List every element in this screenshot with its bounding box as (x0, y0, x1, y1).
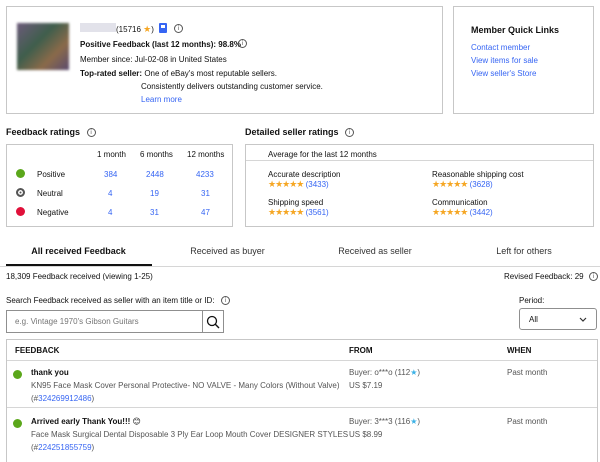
info-icon[interactable]: i (588, 272, 598, 282)
neutral-icon (16, 188, 25, 197)
col-header: 1 month (97, 150, 126, 159)
item-title: KN95 Face Mask Cover Personal Protective… (31, 381, 340, 390)
stars-icon: ★★★★★ (432, 207, 468, 217)
buyer-info: Buyer: 3***3 (116★) (349, 417, 421, 426)
col-header: 12 months (187, 150, 225, 159)
search-input[interactable] (6, 310, 203, 333)
count-link[interactable]: 31 (201, 189, 210, 198)
col-header-from: FROM (349, 346, 373, 355)
count-link[interactable]: 4 (108, 189, 112, 198)
view-items-link[interactable]: View items for sale (471, 56, 538, 65)
feedback-comment: thank you (31, 368, 69, 377)
feedback-comment: Arrived early Thank You!!! 😊 (31, 417, 141, 426)
negative-icon (16, 207, 25, 216)
item-id: (#324269912486) (31, 394, 95, 403)
feedback-ratings-title: Feedback ratings i (6, 127, 96, 138)
positive-feedback: Positive Feedback (last 12 months): 98.8… (80, 40, 241, 49)
info-icon[interactable]: i (86, 128, 96, 138)
when: Past month (507, 417, 548, 426)
stars-icon: ★★★★★ (268, 207, 304, 217)
positive-icon (13, 419, 22, 428)
member-since: Member since: Jul-02-08 in United States (80, 55, 227, 64)
quick-links-card: Member Quick Links Contact member View i… (453, 6, 594, 114)
row-label: Neutral (37, 189, 63, 198)
item-title: Face Mask Surgical Dental Disposable 3 P… (31, 430, 349, 439)
dsr-label: Accurate description (268, 170, 341, 179)
detailed-ratings-subtitle: Average for the last 12 months (268, 150, 377, 159)
divider (246, 160, 593, 161)
count-link[interactable]: 19 (150, 189, 159, 198)
search-icon (206, 315, 220, 329)
tab-received-as-buyer[interactable]: Received as buyer (155, 246, 300, 256)
col-header-when: WHEN (507, 346, 532, 355)
star-icon: ★ (410, 368, 418, 377)
dsr-label: Reasonable shipping cost (432, 170, 524, 179)
tabs-divider (0, 266, 600, 267)
info-icon[interactable]: i (174, 24, 183, 33)
info-icon[interactable]: i (345, 128, 355, 138)
period-label: Period: (519, 296, 545, 305)
count-link[interactable]: 2448 (146, 170, 164, 179)
view-store-link[interactable]: View seller's Store (471, 69, 536, 78)
count-link[interactable]: 4 (108, 208, 112, 217)
profile-card: (15716 ★) i Positive Feedback (last 12 m… (6, 6, 443, 114)
when: Past month (507, 368, 548, 377)
price: US $7.19 (349, 381, 383, 390)
positive-icon (16, 169, 25, 178)
positive-icon (13, 370, 22, 379)
dsr-label: Shipping speed (268, 198, 324, 207)
top-rated-description: Consistently delivers outstanding custom… (141, 82, 323, 91)
price: US $8.99 (349, 430, 383, 439)
dsr-rating: ★★★★★ (3561) (268, 207, 329, 217)
row-label: Positive (37, 170, 66, 179)
period-select[interactable]: All (519, 308, 597, 330)
row-label: Negative (37, 208, 69, 217)
dsr-rating: ★★★★★ (3442) (432, 207, 493, 217)
dsr-rating: ★★★★★ (3628) (432, 179, 493, 189)
contact-member-link[interactable]: Contact member (471, 43, 530, 52)
tab-received-as-seller[interactable]: Received as seller (300, 246, 450, 256)
revised-feedback: Revised Feedback: 29 i (504, 272, 598, 282)
store-icon[interactable] (159, 23, 167, 33)
username-blurred[interactable] (80, 23, 116, 32)
item-id: (#224251855759) (31, 443, 95, 452)
col-header-feedback: FEEDBACK (15, 346, 60, 355)
star-icon: ★ (410, 417, 418, 426)
top-rated: Top-rated seller: One of eBay's most rep… (80, 69, 278, 78)
count-link[interactable]: 4233 (196, 170, 214, 179)
stars-icon: ★★★★★ (268, 179, 304, 189)
tab-all-received[interactable]: All received Feedback (6, 246, 151, 256)
row-divider (7, 407, 597, 408)
buyer-info: Buyer: o***o (112★) (349, 368, 421, 377)
detailed-ratings-title: Detailed seller ratings i (245, 127, 355, 138)
feedback-count: 18,309 Feedback received (viewing 1-25) (6, 272, 153, 281)
feedback-table: FEEDBACK FROM WHEN thank you KN95 Face M… (6, 339, 598, 462)
learn-more-link[interactable]: Learn more (141, 95, 182, 104)
dsr-label: Communication (432, 198, 488, 207)
count-link[interactable]: 47 (201, 208, 210, 217)
feedback-ratings-card: 1 month 6 months 12 months Positive 384 … (6, 144, 233, 227)
search-button[interactable] (202, 310, 224, 333)
header-divider (7, 360, 597, 361)
stars-icon: ★★★★★ (432, 179, 468, 189)
search-label: Search Feedback received as seller with … (6, 296, 230, 306)
info-icon[interactable]: i (220, 296, 230, 306)
quick-links-title: Member Quick Links (471, 25, 560, 35)
chevron-down-icon (579, 317, 587, 322)
dsr-rating: ★★★★★ (3433) (268, 179, 329, 189)
detailed-ratings-card: Average for the last 12 months Accurate … (245, 144, 594, 227)
tab-left-for-others[interactable]: Left for others (450, 246, 598, 256)
avatar[interactable] (17, 23, 69, 70)
count-link[interactable]: 384 (104, 170, 117, 179)
info-icon[interactable]: i (238, 39, 247, 48)
feedback-score: (15716 ★) (116, 24, 154, 34)
count-link[interactable]: 31 (150, 208, 159, 217)
col-header: 6 months (140, 150, 173, 159)
